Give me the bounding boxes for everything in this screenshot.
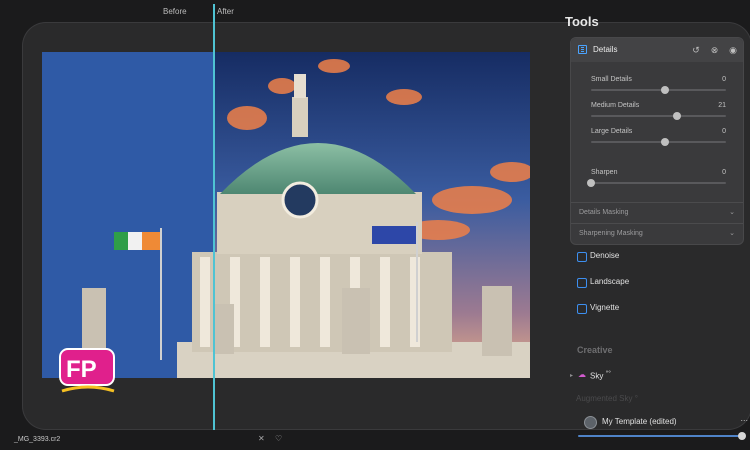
slider-label: Small Details	[591, 76, 632, 83]
filename-label: _MG_3393.cr2	[14, 436, 61, 443]
slider-value: 0	[722, 128, 726, 135]
slider-thumb[interactable]	[661, 86, 670, 94]
augmented-sky-label[interactable]: Augmented Sky °	[576, 394, 638, 403]
slider-track[interactable]	[591, 115, 726, 117]
slider-thumb[interactable]	[587, 179, 595, 187]
tool-sky[interactable]: ▸ ☁ Sky °°	[570, 369, 720, 383]
photo-canvas[interactable]	[42, 52, 530, 378]
medium-details-slider[interactable]: Medium Details 21	[591, 102, 726, 128]
hide-icon[interactable]: ⊗	[708, 44, 720, 56]
heart-icon[interactable]: ♡	[275, 434, 282, 443]
app-window: Before After FP Tools Details ↺ ⊗ ◉ Smal…	[0, 0, 750, 450]
chevron-down-icon[interactable]: ⌄	[729, 208, 735, 216]
small-details-slider[interactable]: Small Details 0	[591, 76, 726, 102]
landscape-icon	[577, 278, 587, 288]
more-icon[interactable]: ...	[740, 413, 748, 423]
bottom-actions: ✕ ♡	[258, 434, 290, 443]
close-icon[interactable]: ✕	[258, 434, 265, 443]
slider-value: 0	[722, 76, 726, 83]
chevron-down-icon[interactable]: ⌄	[729, 229, 735, 237]
slider-thumb[interactable]	[673, 112, 682, 120]
bullet-icon: ▸	[570, 373, 574, 379]
sky-badge: °°	[605, 370, 611, 377]
panel-header-actions: ↺ ⊗ ◉	[686, 44, 739, 56]
before-after-toggle[interactable]: Before After	[160, 4, 260, 20]
slider-label: Large Details	[591, 128, 633, 135]
slider-value: 21	[718, 102, 726, 109]
progress-knob[interactable]	[738, 432, 746, 440]
tool-label: Denoise	[590, 251, 620, 260]
toggle-icon[interactable]: ◉	[727, 44, 739, 56]
sharpening-masking-label: Sharpening Masking	[579, 230, 643, 237]
vignette-icon	[577, 304, 587, 314]
details-masking-label: Details Masking	[579, 209, 629, 216]
cloud-icon: ☁	[578, 370, 586, 379]
slider-label: Medium Details	[591, 102, 640, 109]
photo-image	[42, 52, 530, 378]
tool-denoise[interactable]: Denoise	[577, 250, 727, 266]
before-label[interactable]: Before	[163, 7, 187, 16]
details-title: Details	[593, 45, 618, 54]
denoise-icon	[577, 252, 587, 262]
template-name: My Template (edited)	[602, 417, 677, 426]
large-details-slider[interactable]: Large Details 0	[591, 128, 726, 154]
watermark-logo: FP	[59, 348, 115, 393]
details-masking-section[interactable]: Details Masking ⌄	[571, 202, 743, 223]
sharpening-masking-section[interactable]: Sharpening Masking ⌄	[571, 223, 743, 244]
slider-track[interactable]	[591, 141, 726, 143]
creative-heading: Creative	[577, 345, 613, 355]
template-progress	[578, 432, 746, 440]
before-after-divider[interactable]	[213, 4, 215, 430]
sharpen-slider[interactable]: Sharpen 0	[587, 169, 726, 195]
slider-thumb[interactable]	[661, 138, 670, 146]
sky-label: Sky °°	[590, 370, 611, 381]
tool-label: Landscape	[590, 277, 630, 286]
tool-vignette[interactable]: Vignette	[577, 302, 727, 318]
details-icon	[578, 45, 587, 54]
slider-track[interactable]	[591, 89, 726, 91]
details-panel: Details ↺ ⊗ ◉ Small Details 0 Medium Det…	[570, 37, 744, 245]
slider-track[interactable]	[591, 182, 726, 184]
reset-icon[interactable]: ↺	[690, 44, 702, 56]
after-label[interactable]: After	[217, 7, 234, 16]
template-bar[interactable]: My Template (edited) ...	[578, 412, 748, 432]
tools-title: Tools	[565, 14, 599, 29]
tool-label: Vignette	[590, 303, 620, 312]
svg-text:FP: FP	[66, 356, 97, 383]
slider-label: Sharpen	[591, 169, 618, 176]
tool-landscape[interactable]: Landscape	[577, 276, 727, 292]
avatar	[584, 416, 597, 429]
details-panel-header[interactable]: Details ↺ ⊗ ◉	[571, 38, 743, 62]
slider-value: 0	[722, 169, 726, 176]
